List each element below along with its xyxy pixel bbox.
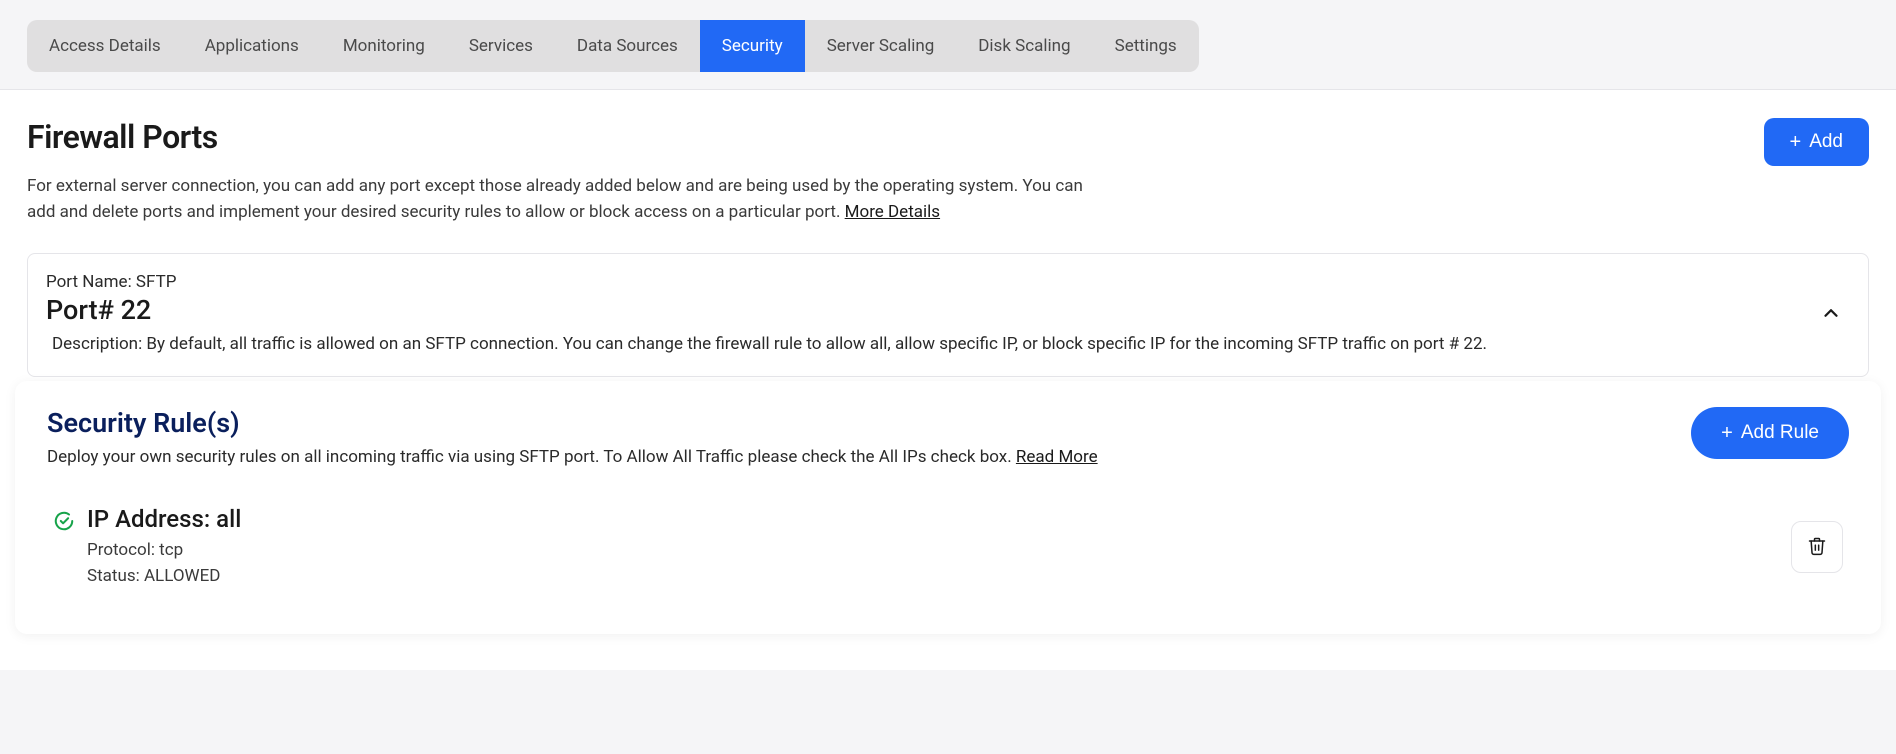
page-header: Firewall Ports + Add — [27, 118, 1869, 166]
add-rule-button[interactable]: + Add Rule — [1691, 407, 1849, 459]
read-more-link[interactable]: Read More — [1016, 447, 1098, 467]
rule-status-value: ALLOWED — [144, 566, 220, 586]
rule-protocol-label: Protocol: — [87, 540, 159, 560]
rule-status: Status: ALLOWED — [87, 563, 1779, 589]
rule-body: IP Address: all Protocol: tcp Status: AL… — [87, 505, 1779, 590]
tabs-bar: Access Details Applications Monitoring S… — [0, 0, 1896, 72]
rule-status-label: Status: — [87, 566, 144, 586]
rule-ip-value: all — [216, 505, 241, 533]
trash-icon — [1807, 536, 1827, 559]
tab-applications[interactable]: Applications — [183, 20, 321, 72]
port-card-header: Port Name: SFTP Port# 22 Description: By… — [46, 272, 1850, 354]
chevron-up-icon — [1820, 302, 1842, 324]
tab-security[interactable]: Security — [700, 20, 805, 72]
delete-rule-button[interactable] — [1791, 521, 1843, 573]
plus-icon: + — [1790, 132, 1802, 152]
rules-title: Security Rule(s) — [47, 407, 1098, 439]
page-description: For external server connection, you can … — [27, 174, 1087, 225]
content-area: Firewall Ports + Add For external server… — [0, 89, 1896, 670]
rule-item: IP Address: all Protocol: tcp Status: AL… — [47, 495, 1849, 600]
check-circle-icon — [53, 510, 75, 536]
page-title: Firewall Ports — [27, 118, 218, 156]
rules-desc-text: Deploy your own security rules on all in… — [47, 447, 1016, 467]
port-number: Port# 22 — [46, 294, 1812, 326]
tab-disk-scaling[interactable]: Disk Scaling — [956, 20, 1092, 72]
add-port-label: Add — [1809, 131, 1843, 153]
rule-protocol: Protocol: tcp — [87, 537, 1779, 563]
rule-protocol-value: tcp — [159, 540, 183, 560]
port-number-label: Port# — [46, 294, 121, 326]
rules-header-left: Security Rule(s) Deploy your own securit… — [47, 407, 1098, 467]
rule-ip: IP Address: all — [87, 505, 1779, 533]
more-details-link[interactable]: More Details — [845, 202, 940, 222]
plus-icon: + — [1721, 423, 1733, 443]
rule-ip-label: IP Address: — [87, 505, 216, 533]
port-name: Port Name: SFTP — [46, 272, 1812, 292]
rules-description: Deploy your own security rules on all in… — [47, 447, 1098, 467]
port-card-left: Port Name: SFTP Port# 22 Description: By… — [46, 272, 1812, 354]
tabs: Access Details Applications Monitoring S… — [27, 20, 1199, 72]
port-name-value: SFTP — [136, 272, 177, 292]
collapse-toggle[interactable] — [1812, 294, 1850, 332]
add-port-button[interactable]: + Add — [1764, 118, 1870, 166]
port-name-label: Port Name: — [46, 272, 136, 292]
port-description: Description: By default, all traffic is … — [46, 334, 1812, 354]
port-card: Port Name: SFTP Port# 22 Description: By… — [27, 253, 1869, 377]
tab-access-details[interactable]: Access Details — [27, 20, 183, 72]
tab-server-scaling[interactable]: Server Scaling — [805, 20, 957, 72]
rules-header: Security Rule(s) Deploy your own securit… — [47, 407, 1849, 467]
port-desc-value: By default, all traffic is allowed on an… — [146, 334, 1487, 354]
port-number-value: 22 — [121, 294, 152, 326]
tab-services[interactable]: Services — [447, 20, 555, 72]
tab-data-sources[interactable]: Data Sources — [555, 20, 700, 72]
add-rule-label: Add Rule — [1741, 422, 1819, 444]
tab-settings[interactable]: Settings — [1093, 20, 1199, 72]
tab-monitoring[interactable]: Monitoring — [321, 20, 447, 72]
security-rules-panel: Security Rule(s) Deploy your own securit… — [15, 381, 1881, 634]
port-desc-label: Description: — [52, 334, 146, 354]
